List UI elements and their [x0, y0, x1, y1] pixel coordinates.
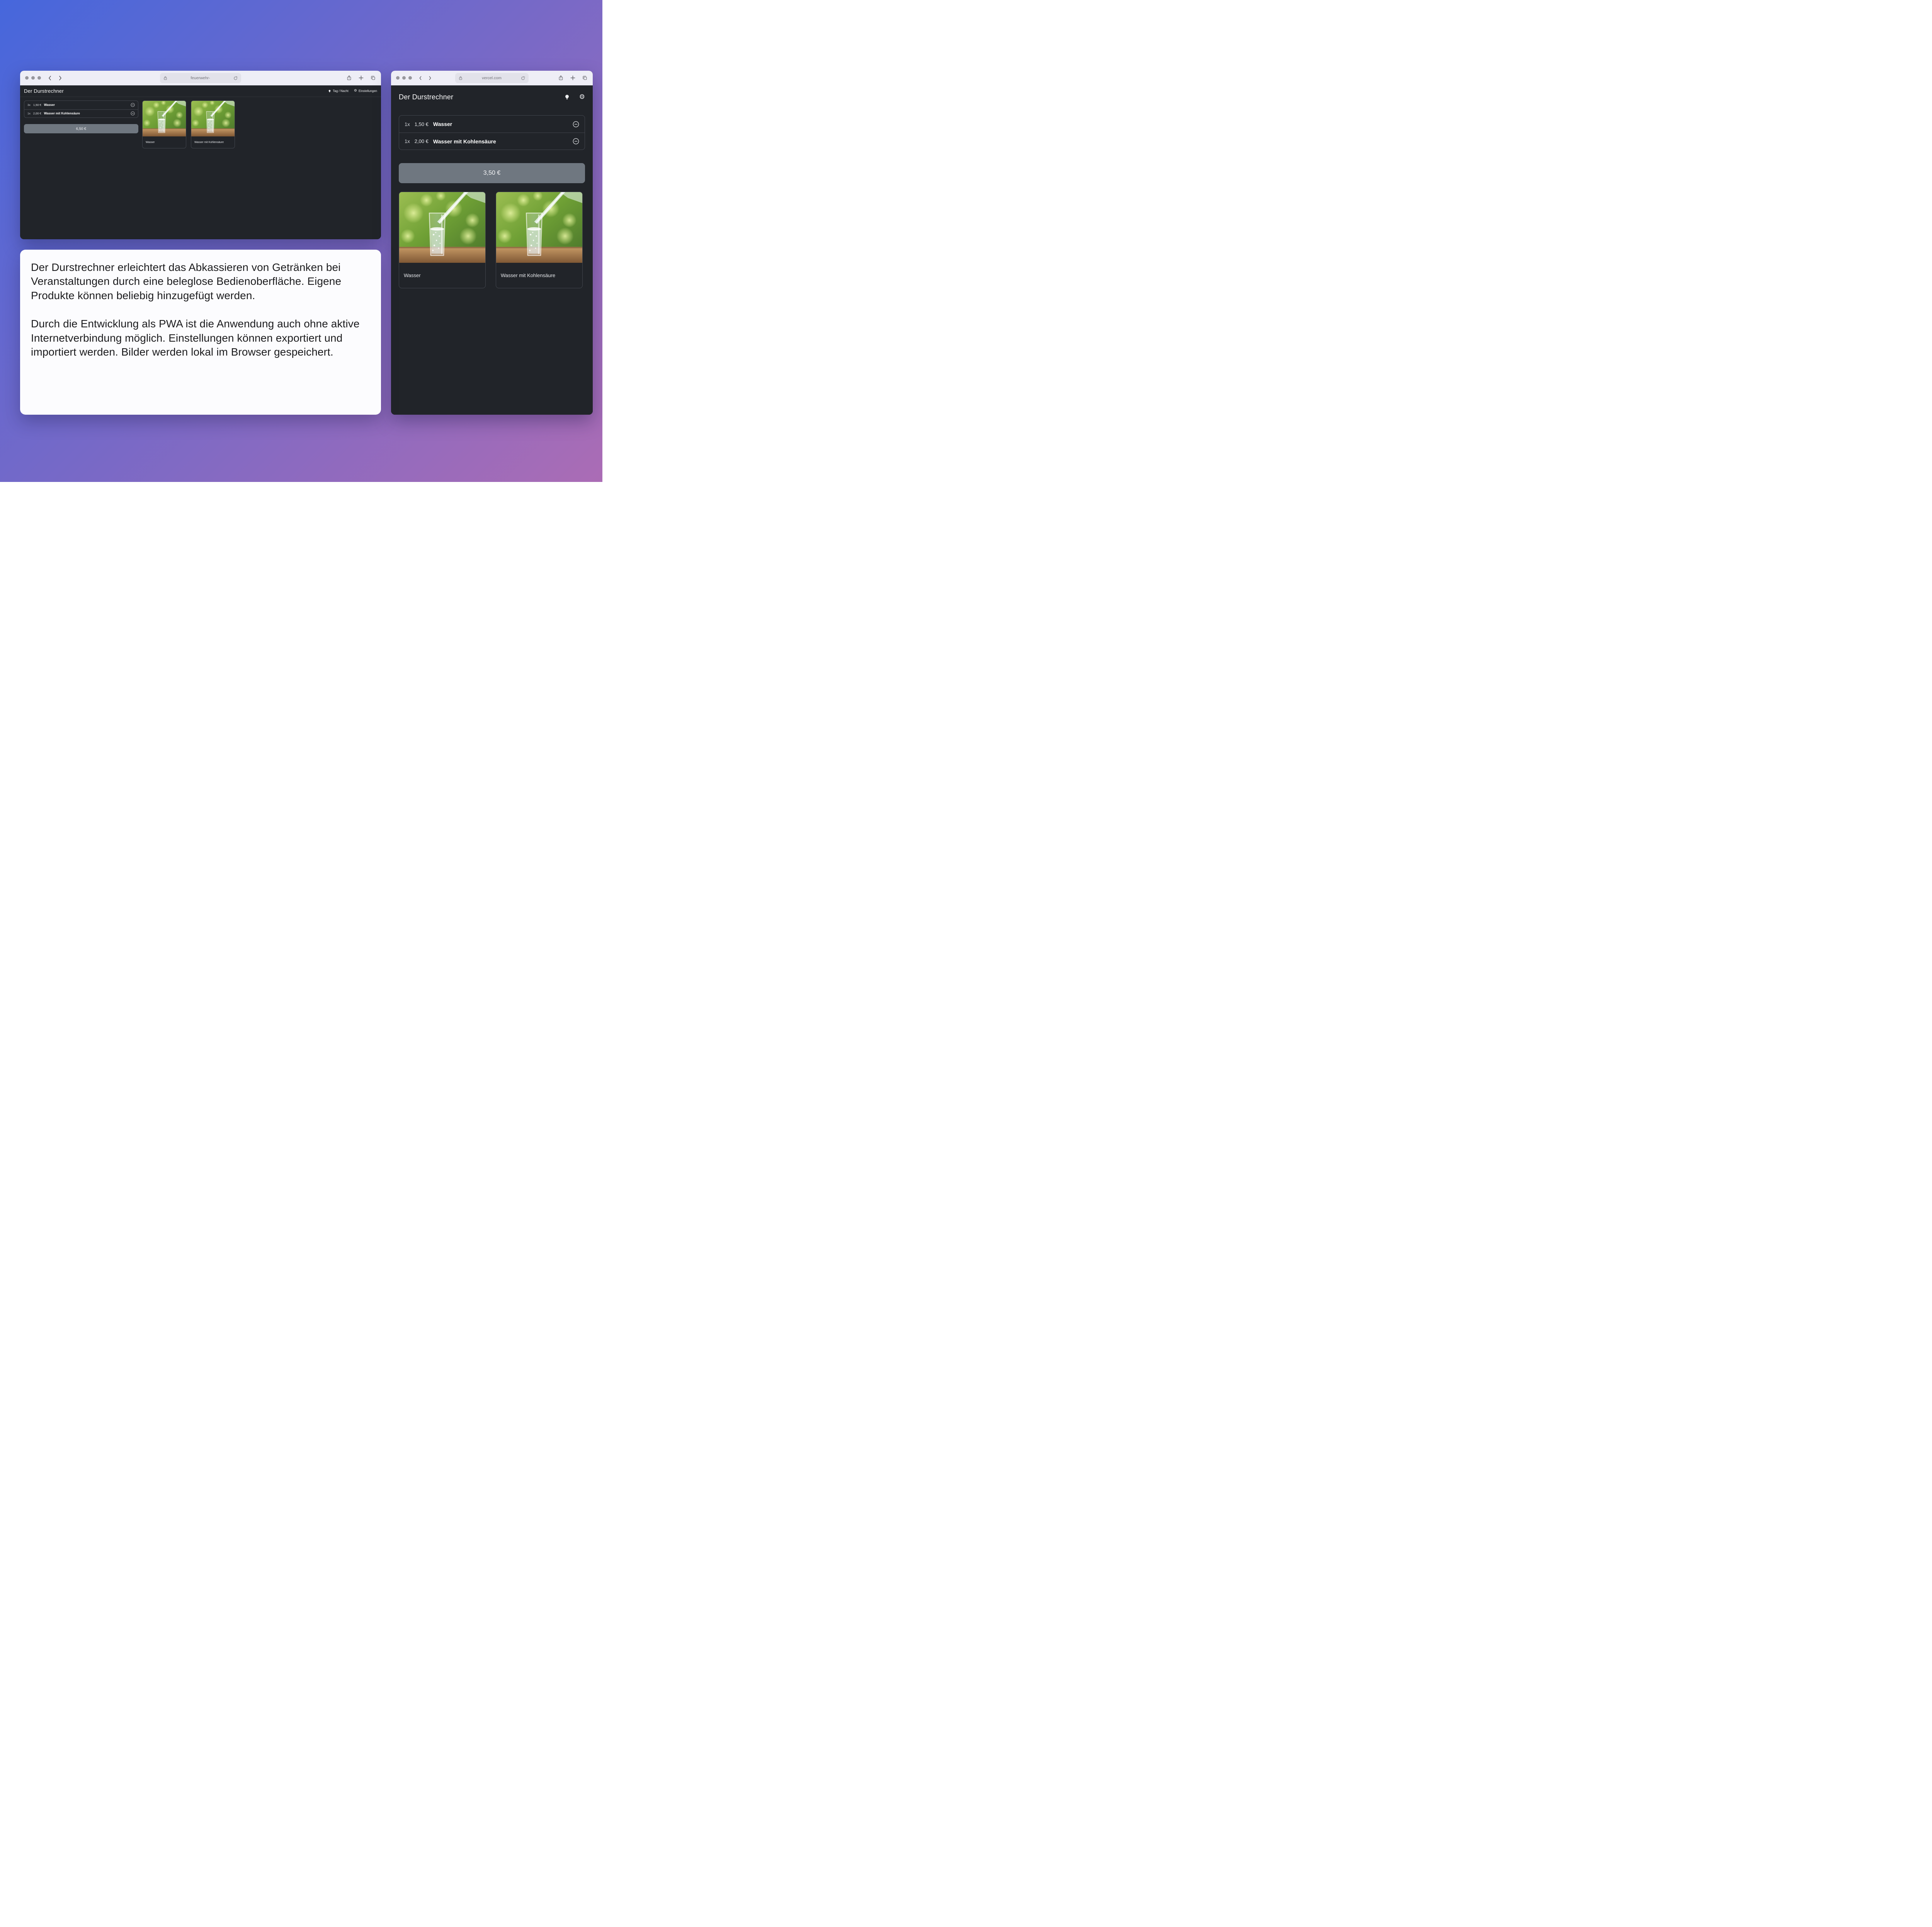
remove-item-button[interactable] — [131, 111, 135, 116]
product-card-wasser-mit-kohlensaeure[interactable]: Wasser mit Kohlensäure — [496, 192, 583, 288]
cart-list: 3x 1,50 € Wasser 1x 2,00 € Wasser mit Ko… — [24, 100, 138, 118]
forward-button[interactable] — [428, 76, 432, 80]
address-bar[interactable]: vercel.com — [455, 73, 529, 83]
cart-row: 1x 2,00 € Wasser mit Kohlensäure — [24, 109, 138, 118]
minus-circle-icon — [573, 138, 579, 145]
minus-circle-icon — [131, 111, 135, 116]
window-minimize-button[interactable] — [31, 76, 35, 80]
lightbulb-icon — [328, 90, 331, 93]
product-card-wasser[interactable]: Wasser — [399, 192, 486, 288]
cart-list: 1x 1,50 € Wasser 1x 2,00 € Wasser mit Ko… — [399, 115, 585, 150]
app-header: Der Durstrechner ⚙ — [399, 93, 585, 101]
app-desktop: Der Durstrechner Tag / Nacht ⚙ Einstellu… — [20, 85, 381, 239]
app-title: Der Durstrechner — [399, 93, 453, 101]
cart-row: 1x 2,00 € Wasser mit Kohlensäure — [399, 133, 585, 150]
cart-qty: 1x — [27, 112, 31, 115]
desktop-background: feuerwehr- Der Durstrechner — [0, 0, 602, 482]
remove-item-button[interactable] — [573, 121, 579, 128]
cart-name: Wasser mit Kohlensäure — [433, 138, 496, 145]
description-paragraph-1: Der Durstrechner erleichtert das Abkassi… — [31, 260, 370, 303]
day-night-toggle[interactable] — [564, 94, 570, 100]
new-tab-button[interactable] — [359, 75, 364, 80]
product-image-water — [496, 192, 582, 263]
product-card-wasser-mit-kohlensaeure[interactable]: Wasser mit Kohlensäure — [191, 100, 235, 148]
minus-circle-icon — [573, 121, 579, 128]
gear-icon: ⚙ — [579, 94, 585, 100]
app-title: Der Durstrechner — [24, 88, 64, 94]
lightbulb-icon — [564, 94, 570, 100]
remove-item-button[interactable] — [131, 103, 135, 107]
description-paragraph-2: Durch die Entwicklung als PWA ist die An… — [31, 317, 370, 359]
window-controls — [396, 76, 412, 80]
product-grid: Wasser Wasser mit Kohlensäure — [142, 100, 235, 148]
cart-price: 2,00 € — [415, 138, 429, 144]
cart-name: Wasser — [433, 121, 452, 127]
tab-overview-button[interactable] — [370, 75, 376, 81]
window-zoom-button[interactable] — [37, 76, 41, 80]
cart-price: 1,50 € — [33, 103, 41, 107]
total-button[interactable]: 3,50 € — [399, 163, 585, 183]
cart-row: 3x 1,50 € Wasser — [24, 101, 138, 109]
lock-icon — [458, 76, 463, 80]
cart-name: Wasser mit Kohlensäure — [44, 112, 80, 115]
url-text: feuerwehr- — [168, 76, 233, 80]
product-image-water — [399, 192, 485, 263]
product-card-wasser[interactable]: Wasser — [142, 100, 186, 148]
cart-qty: 1x — [405, 138, 410, 144]
total-button[interactable]: 6,50 € — [24, 124, 138, 133]
settings-label: Einstellungen — [359, 89, 377, 93]
cart-qty: 1x — [405, 121, 410, 127]
browser-toolbar: feuerwehr- — [20, 71, 381, 85]
product-label: Wasser — [399, 263, 485, 288]
remove-item-button[interactable] — [573, 138, 579, 145]
browser-window-desktop: feuerwehr- Der Durstrechner — [20, 71, 381, 239]
cart-qty: 3x — [27, 103, 31, 107]
gear-icon: ⚙ — [354, 89, 357, 93]
description-card: Der Durstrechner erleichtert das Abkassi… — [20, 250, 381, 415]
back-button[interactable] — [48, 75, 52, 81]
cart-name: Wasser — [44, 103, 55, 107]
product-image-water — [191, 101, 235, 136]
settings-button[interactable]: ⚙ Einstellungen — [354, 89, 377, 93]
reload-button[interactable] — [520, 76, 526, 81]
share-button[interactable] — [558, 75, 564, 81]
product-label: Wasser mit Kohlensäure — [191, 136, 235, 148]
product-grid: Wasser Wasser mit Kohlensäure — [399, 192, 585, 288]
product-label: Wasser mit Kohlensäure — [496, 263, 582, 288]
product-label: Wasser — [143, 136, 186, 148]
cart-price: 1,50 € — [415, 121, 429, 127]
window-zoom-button[interactable] — [408, 76, 412, 80]
window-minimize-button[interactable] — [402, 76, 406, 80]
day-night-toggle[interactable]: Tag / Nacht — [328, 89, 348, 93]
app-header: Der Durstrechner Tag / Nacht ⚙ Einstellu… — [20, 85, 381, 97]
product-image-water — [143, 101, 186, 136]
minus-circle-icon — [131, 103, 135, 107]
url-text: vercel.com — [463, 76, 520, 80]
new-tab-button[interactable] — [570, 75, 575, 80]
browser-window-mobile: vercel.com Der Durstrechne — [391, 71, 593, 415]
address-bar[interactable]: feuerwehr- — [160, 73, 241, 83]
forward-button[interactable] — [58, 75, 63, 81]
share-button[interactable] — [346, 75, 352, 81]
tab-overview-button[interactable] — [582, 75, 588, 81]
browser-toolbar: vercel.com — [391, 71, 593, 85]
cart-price: 2,00 € — [33, 112, 41, 115]
window-close-button[interactable] — [25, 76, 29, 80]
cart-row: 1x 1,50 € Wasser — [399, 116, 585, 133]
lock-icon — [163, 76, 168, 80]
back-button[interactable] — [418, 76, 422, 80]
settings-button[interactable]: ⚙ — [579, 94, 585, 100]
reload-button[interactable] — [233, 76, 238, 81]
app-mobile: Der Durstrechner ⚙ 1x 1,50 € Wa — [391, 85, 593, 415]
day-night-label: Tag / Nacht — [333, 89, 348, 93]
window-close-button[interactable] — [396, 76, 400, 80]
window-controls — [25, 76, 41, 80]
